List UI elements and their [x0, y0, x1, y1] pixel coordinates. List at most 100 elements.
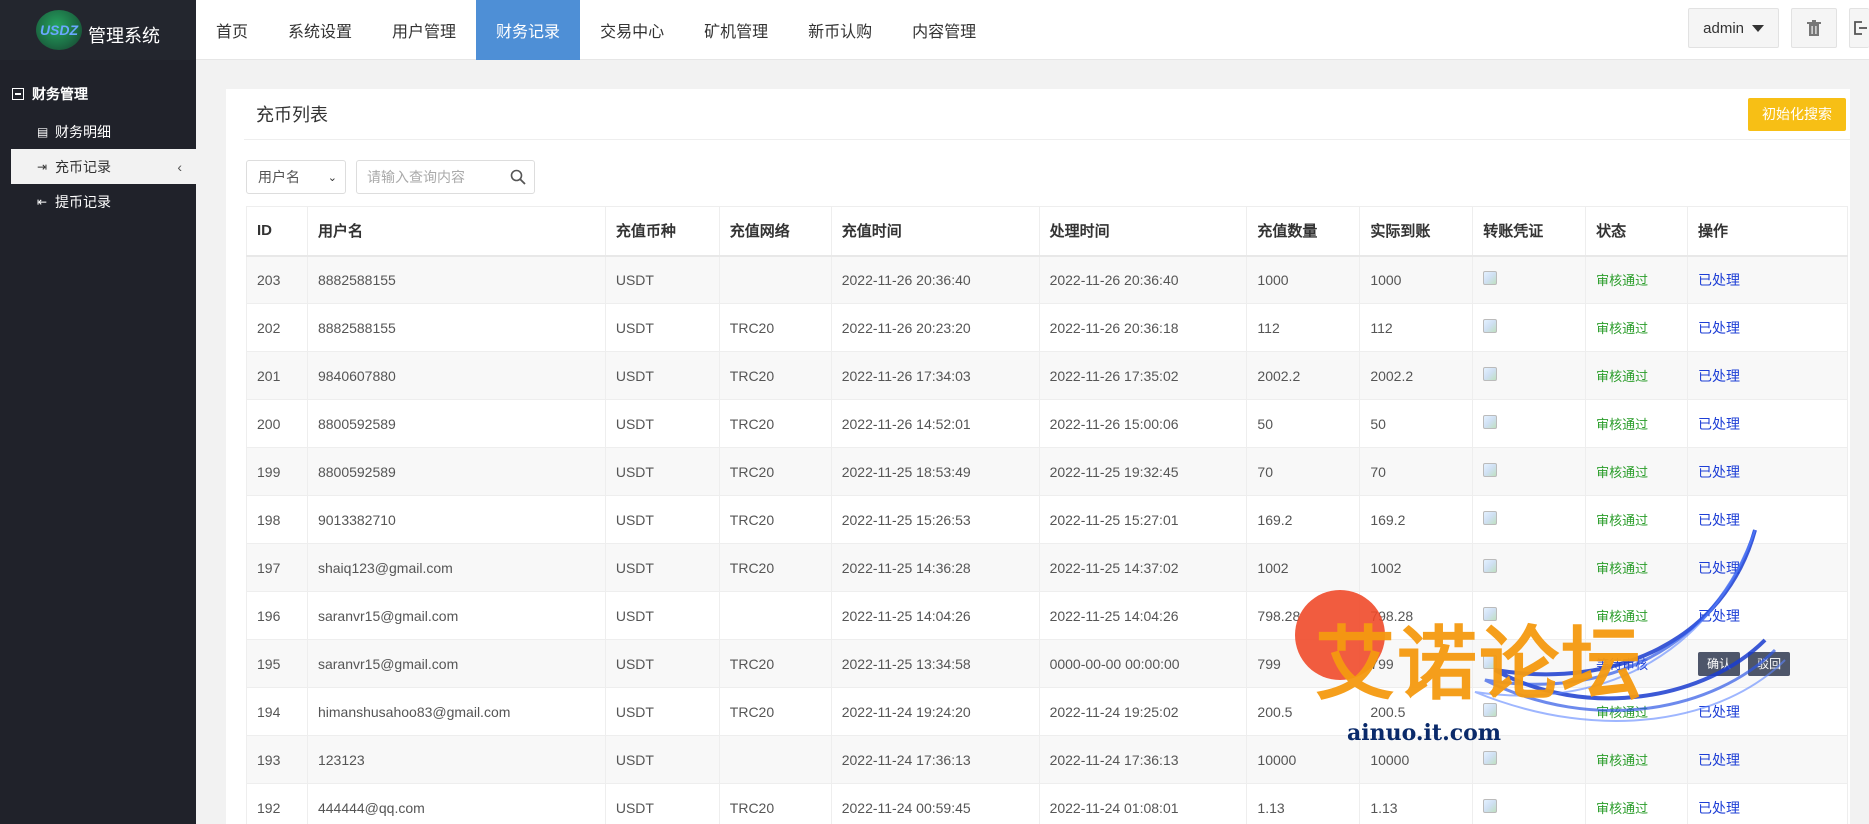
cell-net: TRC20 — [718, 783, 832, 824]
cell-proc: 2022-11-24 17:36:13 — [1038, 735, 1248, 784]
tab-trade-center[interactable]: 交易中心 — [580, 0, 684, 60]
nav-group-title[interactable]: 财务管理 — [0, 82, 196, 106]
filter-field-select[interactable]: 用户名 ⌄ — [246, 160, 346, 194]
cell-net: TRC20 — [718, 639, 832, 688]
tab-system-settings[interactable]: 系统设置 — [268, 0, 372, 60]
tab-content-management[interactable]: 内容管理 — [892, 0, 996, 60]
col-header-process-time[interactable]: 处理时间 — [1038, 206, 1248, 257]
transfer-proof-image-icon[interactable] — [1483, 607, 1498, 621]
cell-proc: 2022-11-25 19:32:45 — [1038, 447, 1248, 496]
cell-status: 审核通过 — [1585, 447, 1689, 496]
col-header-deposit-time[interactable]: 充值时间 — [830, 206, 1040, 257]
processed-link[interactable]: 已处理 — [1698, 752, 1740, 768]
cell-proof — [1472, 783, 1587, 824]
cell-proof — [1472, 447, 1587, 496]
col-header-actual[interactable]: 实际到账 — [1359, 206, 1474, 257]
transfer-proof-image-icon[interactable] — [1483, 271, 1498, 286]
processed-link[interactable]: 已处理 — [1698, 464, 1740, 480]
table-header-row: ID 用户名 充值币种 充值网络 充值时间 处理时间 充值数量 实际到账 转账凭… — [246, 206, 1848, 257]
col-header-network[interactable]: 充值网络 — [718, 206, 832, 257]
reject-button[interactable]: 驳回 — [1748, 651, 1791, 676]
col-header-amount[interactable]: 充值数量 — [1246, 206, 1361, 257]
search-input[interactable]: 请输入查询内容 — [356, 160, 535, 194]
tab-home[interactable]: 首页 — [196, 0, 268, 60]
cell-proc: 2022-11-26 20:36:18 — [1038, 303, 1248, 352]
transfer-proof-image-icon[interactable] — [1483, 319, 1498, 333]
table-body: 203 8882588155 USDT 2022-11-26 20:36:40 2022… — [246, 255, 1848, 824]
logout-button[interactable] — [1849, 8, 1869, 48]
cell-proc: 2022-11-26 15:00:06 — [1038, 399, 1248, 448]
cell-actual: 169.2 — [1359, 495, 1474, 544]
status-badge: 审核通过 — [1596, 609, 1649, 624]
cell-coin: USDT — [604, 783, 720, 824]
col-header-action[interactable]: 操作 — [1687, 206, 1848, 257]
col-header-coin[interactable]: 充值币种 — [604, 206, 720, 257]
processed-link[interactable]: 已处理 — [1698, 704, 1740, 720]
sidebar-item-withdraw-record[interactable]: ⇤ 提币记录 — [0, 184, 196, 219]
cell-actual: 112 — [1359, 303, 1474, 352]
transfer-proof-image-icon[interactable] — [1483, 463, 1498, 477]
transfer-proof-image-icon[interactable] — [1483, 799, 1498, 813]
processed-link[interactable]: 已处理 — [1698, 416, 1740, 432]
col-header-id[interactable]: ID — [246, 206, 308, 257]
reset-search-button[interactable]: 初始化搜索 — [1748, 97, 1846, 131]
sidebar-item-finance-detail[interactable]: ▤ 财务明细 — [0, 114, 196, 149]
transfer-proof-image-icon[interactable] — [1483, 367, 1498, 381]
cell-net: TRC20 — [718, 495, 832, 544]
card-header: 充币列表 初始化搜索 — [244, 89, 1850, 140]
cell-actual: 1002 — [1359, 543, 1474, 592]
cell-coin: USDT — [604, 447, 720, 496]
col-header-status[interactable]: 状态 — [1585, 206, 1689, 257]
transfer-proof-image-icon[interactable] — [1483, 655, 1498, 669]
tab-miner-management[interactable]: 矿机管理 — [684, 0, 788, 60]
tab-new-coin-subscription[interactable]: 新币认购 — [788, 0, 892, 60]
cell-status: 审核通过 — [1585, 543, 1689, 592]
cell-status: 审核通过 — [1585, 351, 1689, 400]
tab-user-management[interactable]: 用户管理 — [372, 0, 476, 60]
cell-net: TRC20 — [718, 351, 832, 400]
table-row: 196 saranvr15@gmail.com USDT 2022-11-25 14:… — [246, 591, 1848, 640]
transfer-proof-image-icon[interactable] — [1483, 415, 1498, 429]
processed-link[interactable]: 已处理 — [1698, 560, 1740, 576]
cell-proc: 2022-11-26 20:36:40 — [1038, 255, 1248, 304]
cell-coin: USDT — [604, 399, 720, 448]
sidebar-item-deposit-record[interactable]: ⇥ 充币记录 ‹ — [11, 149, 196, 184]
col-header-proof[interactable]: 转账凭证 — [1472, 206, 1587, 257]
cell-amount: 112 — [1246, 303, 1361, 352]
clear-cache-button[interactable] — [1791, 8, 1837, 48]
transfer-proof-image-icon[interactable] — [1483, 511, 1498, 525]
cell-proof — [1472, 399, 1587, 448]
chevron-down-icon: ⌄ — [327, 171, 337, 184]
processed-link[interactable]: 已处理 — [1698, 368, 1740, 384]
processed-link[interactable]: 已处理 — [1698, 512, 1740, 528]
processed-link[interactable]: 已处理 — [1698, 320, 1740, 336]
nav-group-label: 财务管理 — [32, 86, 88, 102]
filter-field-value: 用户名 — [258, 169, 300, 185]
cell-id: 199 — [246, 447, 308, 496]
col-header-username[interactable]: 用户名 — [306, 206, 606, 257]
transfer-proof-image-icon[interactable] — [1483, 703, 1498, 717]
transfer-proof-image-icon[interactable] — [1483, 751, 1498, 765]
cell-action: 已处理 — [1687, 735, 1848, 784]
processed-link[interactable]: 已处理 — [1698, 800, 1740, 816]
cell-time: 2022-11-25 15:26:53 — [830, 495, 1040, 544]
admin-dropdown[interactable]: admin — [1688, 8, 1779, 48]
transfer-proof-image-icon[interactable] — [1483, 559, 1498, 573]
cell-id: 203 — [246, 255, 308, 304]
tab-finance-records[interactable]: 财务记录 — [476, 0, 581, 60]
cell-user: 123123 — [306, 735, 606, 784]
logo[interactable]: USDZ 管理系统 — [0, 0, 196, 60]
processed-link[interactable]: 已处理 — [1698, 608, 1740, 624]
cell-actual: 200.5 — [1359, 687, 1474, 736]
deposit-table: ID 用户名 充值币种 充值网络 充值时间 处理时间 充值数量 实际到账 转账凭… — [246, 206, 1848, 824]
cell-net — [718, 735, 832, 784]
search-icon[interactable] — [510, 169, 526, 185]
cell-net: TRC20 — [718, 543, 832, 592]
processed-link[interactable]: 已处理 — [1698, 272, 1740, 288]
cell-user: saranvr15@gmail.com — [306, 591, 606, 640]
cell-id: 197 — [246, 543, 308, 592]
status-badge: 审核通过 — [1596, 417, 1649, 432]
cell-action: 已处理 — [1687, 399, 1848, 448]
confirm-button[interactable]: 确认 — [1698, 651, 1741, 676]
sidebar-item-label: 充币记录 — [55, 158, 111, 175]
